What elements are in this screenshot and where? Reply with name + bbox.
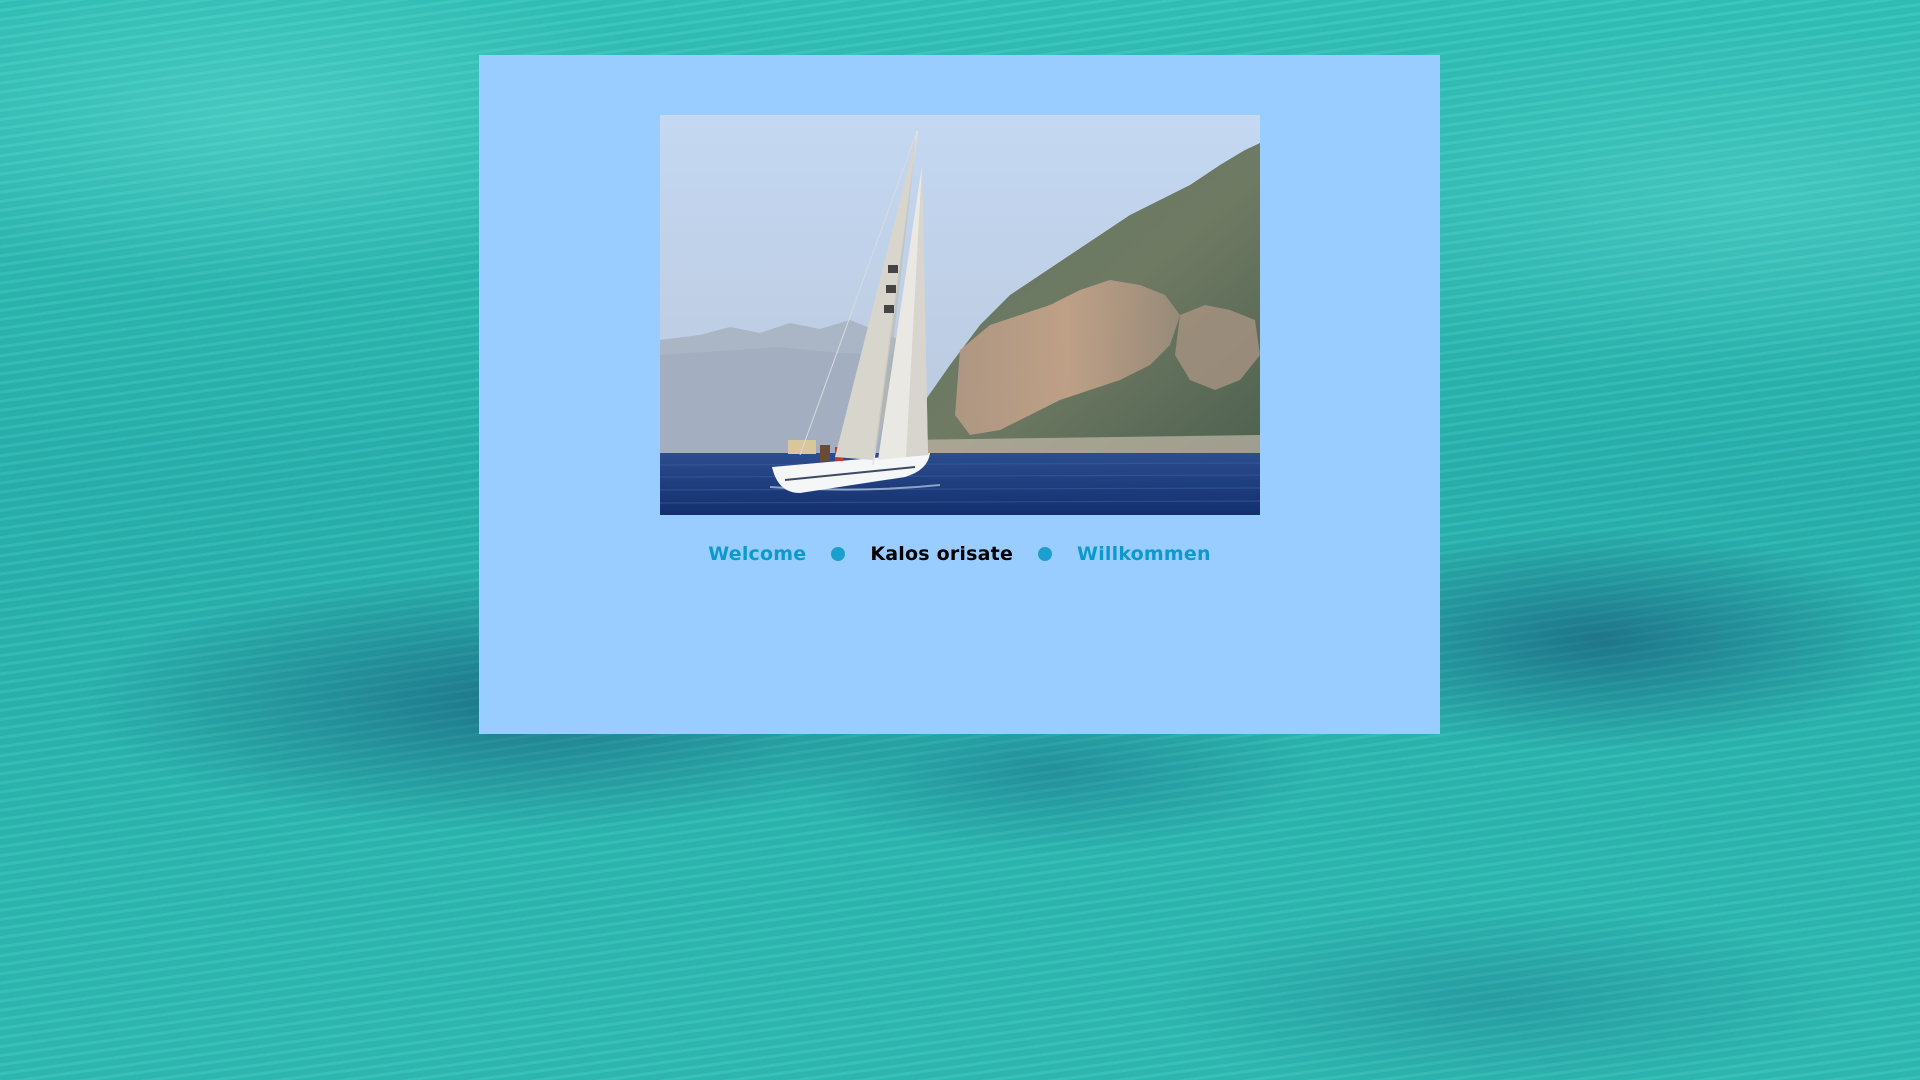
language-nav: Welcome Kalos orisate Willkommen — [479, 543, 1440, 565]
sailboat-photo — [660, 115, 1260, 515]
lang-link-willkommen[interactable]: Willkommen — [1077, 543, 1211, 565]
content-panel: Welcome Kalos orisate Willkommen — [479, 55, 1440, 734]
bullet-dot-icon — [1038, 547, 1053, 561]
bullet-dot-icon — [831, 547, 846, 561]
lang-link-kalos-orisate[interactable]: Kalos orisate — [870, 543, 1013, 565]
lang-link-welcome[interactable]: Welcome — [708, 543, 806, 565]
